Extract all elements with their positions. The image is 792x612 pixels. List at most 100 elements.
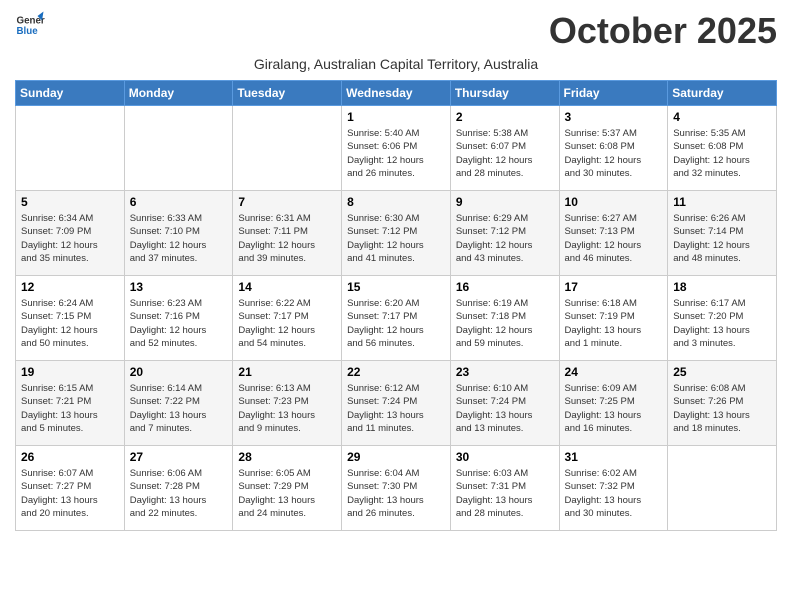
day-info: Sunrise: 6:22 AM Sunset: 7:17 PM Dayligh… xyxy=(238,297,336,350)
day-info: Sunrise: 6:27 AM Sunset: 7:13 PM Dayligh… xyxy=(565,212,663,265)
day-number: 23 xyxy=(456,365,554,379)
day-info: Sunrise: 5:38 AM Sunset: 6:07 PM Dayligh… xyxy=(456,127,554,180)
calendar-cell xyxy=(16,106,125,191)
header-tuesday: Tuesday xyxy=(233,81,342,106)
calendar-cell: 26Sunrise: 6:07 AM Sunset: 7:27 PM Dayli… xyxy=(16,446,125,531)
day-info: Sunrise: 6:10 AM Sunset: 7:24 PM Dayligh… xyxy=(456,382,554,435)
calendar-cell: 10Sunrise: 6:27 AM Sunset: 7:13 PM Dayli… xyxy=(559,191,668,276)
day-number: 30 xyxy=(456,450,554,464)
day-number: 27 xyxy=(130,450,228,464)
logo: General Blue xyxy=(15,10,45,40)
day-info: Sunrise: 6:34 AM Sunset: 7:09 PM Dayligh… xyxy=(21,212,119,265)
calendar-cell: 8Sunrise: 6:30 AM Sunset: 7:12 PM Daylig… xyxy=(342,191,451,276)
day-number: 25 xyxy=(673,365,771,379)
calendar-cell: 15 Sunrise: 6:20 AM Sunset: 7:17 PM Dayli… xyxy=(342,276,451,361)
svg-text:Blue: Blue xyxy=(17,26,39,37)
day-number: 13 xyxy=(130,280,228,294)
calendar-cell: 24 Sunrise: 6:09 AM Sunset: 7:25 PM Dayli… xyxy=(559,361,668,446)
calendar-cell: 2 Sunrise: 5:38 AM Sunset: 6:07 PM Daylig… xyxy=(450,106,559,191)
calendar-cell: 22 Sunrise: 6:12 AM Sunset: 7:24 PM Dayli… xyxy=(342,361,451,446)
calendar-cell: 19 Sunrise: 6:15 AM Sunset: 7:21 PM Dayli… xyxy=(16,361,125,446)
calendar-header-row: SundayMondayTuesdayWednesdayThursdayFrid… xyxy=(16,81,777,106)
day-number: 14 xyxy=(238,280,336,294)
calendar-cell: 17Sunrise: 6:18 AM Sunset: 7:19 PM Dayli… xyxy=(559,276,668,361)
day-info: Sunrise: 6:05 AM Sunset: 7:29 PM Dayligh… xyxy=(238,467,336,520)
calendar-cell: 4 Sunrise: 5:35 AM Sunset: 6:08 PM Daylig… xyxy=(668,106,777,191)
calendar-cell: 14 Sunrise: 6:22 AM Sunset: 7:17 PM Dayli… xyxy=(233,276,342,361)
day-info: Sunrise: 6:23 AM Sunset: 7:16 PM Dayligh… xyxy=(130,297,228,350)
day-info: Sunrise: 5:35 AM Sunset: 6:08 PM Dayligh… xyxy=(673,127,771,180)
day-info: Sunrise: 6:20 AM Sunset: 7:17 PM Dayligh… xyxy=(347,297,445,350)
day-number: 7 xyxy=(238,195,336,209)
day-info: Sunrise: 6:29 AM Sunset: 7:12 PM Dayligh… xyxy=(456,212,554,265)
day-number: 8 xyxy=(347,195,445,209)
calendar-week-row: 19 Sunrise: 6:15 AM Sunset: 7:21 PM Dayli… xyxy=(16,361,777,446)
day-info: Sunrise: 6:06 AM Sunset: 7:28 PM Dayligh… xyxy=(130,467,228,520)
calendar-cell xyxy=(233,106,342,191)
day-number: 26 xyxy=(21,450,119,464)
subtitle: Giralang, Australian Capital Territory, … xyxy=(15,56,777,72)
calendar-cell: 13 Sunrise: 6:23 AM Sunset: 7:16 PM Dayli… xyxy=(124,276,233,361)
calendar-cell: 1Sunrise: 5:40 AM Sunset: 6:06 PM Daylig… xyxy=(342,106,451,191)
calendar-cell: 27 Sunrise: 6:06 AM Sunset: 7:28 PM Dayli… xyxy=(124,446,233,531)
header-thursday: Thursday xyxy=(450,81,559,106)
day-info: Sunrise: 6:09 AM Sunset: 7:25 PM Dayligh… xyxy=(565,382,663,435)
calendar-cell: 31Sunrise: 6:02 AM Sunset: 7:32 PM Dayli… xyxy=(559,446,668,531)
header-monday: Monday xyxy=(124,81,233,106)
header: General Blue October 2025 xyxy=(15,10,777,52)
calendar-table: SundayMondayTuesdayWednesdayThursdayFrid… xyxy=(15,80,777,531)
day-info: Sunrise: 6:12 AM Sunset: 7:24 PM Dayligh… xyxy=(347,382,445,435)
day-info: Sunrise: 6:04 AM Sunset: 7:30 PM Dayligh… xyxy=(347,467,445,520)
calendar-cell: 7 Sunrise: 6:31 AM Sunset: 7:11 PM Daylig… xyxy=(233,191,342,276)
day-number: 3 xyxy=(565,110,663,124)
day-number: 6 xyxy=(130,195,228,209)
calendar-cell: 9 Sunrise: 6:29 AM Sunset: 7:12 PM Daylig… xyxy=(450,191,559,276)
calendar-week-row: 26Sunrise: 6:07 AM Sunset: 7:27 PM Dayli… xyxy=(16,446,777,531)
calendar-cell: 3 Sunrise: 5:37 AM Sunset: 6:08 PM Daylig… xyxy=(559,106,668,191)
day-info: Sunrise: 5:40 AM Sunset: 6:06 PM Dayligh… xyxy=(347,127,445,180)
day-info: Sunrise: 6:33 AM Sunset: 7:10 PM Dayligh… xyxy=(130,212,228,265)
calendar-week-row: 12Sunrise: 6:24 AM Sunset: 7:15 PM Dayli… xyxy=(16,276,777,361)
calendar-cell: 5Sunrise: 6:34 AM Sunset: 7:09 PM Daylig… xyxy=(16,191,125,276)
calendar-cell: 6 Sunrise: 6:33 AM Sunset: 7:10 PM Daylig… xyxy=(124,191,233,276)
header-saturday: Saturday xyxy=(668,81,777,106)
month-title: October 2025 xyxy=(549,10,777,52)
day-number: 24 xyxy=(565,365,663,379)
header-sunday: Sunday xyxy=(16,81,125,106)
header-wednesday: Wednesday xyxy=(342,81,451,106)
day-number: 20 xyxy=(130,365,228,379)
day-info: Sunrise: 6:17 AM Sunset: 7:20 PM Dayligh… xyxy=(673,297,771,350)
day-number: 4 xyxy=(673,110,771,124)
calendar-cell: 30Sunrise: 6:03 AM Sunset: 7:31 PM Dayli… xyxy=(450,446,559,531)
calendar-cell xyxy=(124,106,233,191)
day-info: Sunrise: 6:15 AM Sunset: 7:21 PM Dayligh… xyxy=(21,382,119,435)
calendar-cell xyxy=(668,446,777,531)
day-info: Sunrise: 6:26 AM Sunset: 7:14 PM Dayligh… xyxy=(673,212,771,265)
day-number: 22 xyxy=(347,365,445,379)
day-info: Sunrise: 6:08 AM Sunset: 7:26 PM Dayligh… xyxy=(673,382,771,435)
day-number: 9 xyxy=(456,195,554,209)
day-number: 15 xyxy=(347,280,445,294)
day-info: Sunrise: 6:24 AM Sunset: 7:15 PM Dayligh… xyxy=(21,297,119,350)
calendar-cell: 16Sunrise: 6:19 AM Sunset: 7:18 PM Dayli… xyxy=(450,276,559,361)
day-info: Sunrise: 6:13 AM Sunset: 7:23 PM Dayligh… xyxy=(238,382,336,435)
day-number: 21 xyxy=(238,365,336,379)
day-info: Sunrise: 5:37 AM Sunset: 6:08 PM Dayligh… xyxy=(565,127,663,180)
day-info: Sunrise: 6:31 AM Sunset: 7:11 PM Dayligh… xyxy=(238,212,336,265)
calendar-cell: 21 Sunrise: 6:13 AM Sunset: 7:23 PM Dayli… xyxy=(233,361,342,446)
calendar-cell: 12Sunrise: 6:24 AM Sunset: 7:15 PM Dayli… xyxy=(16,276,125,361)
day-number: 11 xyxy=(673,195,771,209)
header-friday: Friday xyxy=(559,81,668,106)
day-info: Sunrise: 6:02 AM Sunset: 7:32 PM Dayligh… xyxy=(565,467,663,520)
calendar-cell: 18 Sunrise: 6:17 AM Sunset: 7:20 PM Dayli… xyxy=(668,276,777,361)
day-info: Sunrise: 6:14 AM Sunset: 7:22 PM Dayligh… xyxy=(130,382,228,435)
day-number: 18 xyxy=(673,280,771,294)
day-info: Sunrise: 6:18 AM Sunset: 7:19 PM Dayligh… xyxy=(565,297,663,350)
day-number: 16 xyxy=(456,280,554,294)
day-number: 19 xyxy=(21,365,119,379)
calendar-cell: 23 Sunrise: 6:10 AM Sunset: 7:24 PM Dayli… xyxy=(450,361,559,446)
day-number: 2 xyxy=(456,110,554,124)
calendar-cell: 29Sunrise: 6:04 AM Sunset: 7:30 PM Dayli… xyxy=(342,446,451,531)
logo-icon: General Blue xyxy=(15,10,45,40)
calendar-cell: 28Sunrise: 6:05 AM Sunset: 7:29 PM Dayli… xyxy=(233,446,342,531)
